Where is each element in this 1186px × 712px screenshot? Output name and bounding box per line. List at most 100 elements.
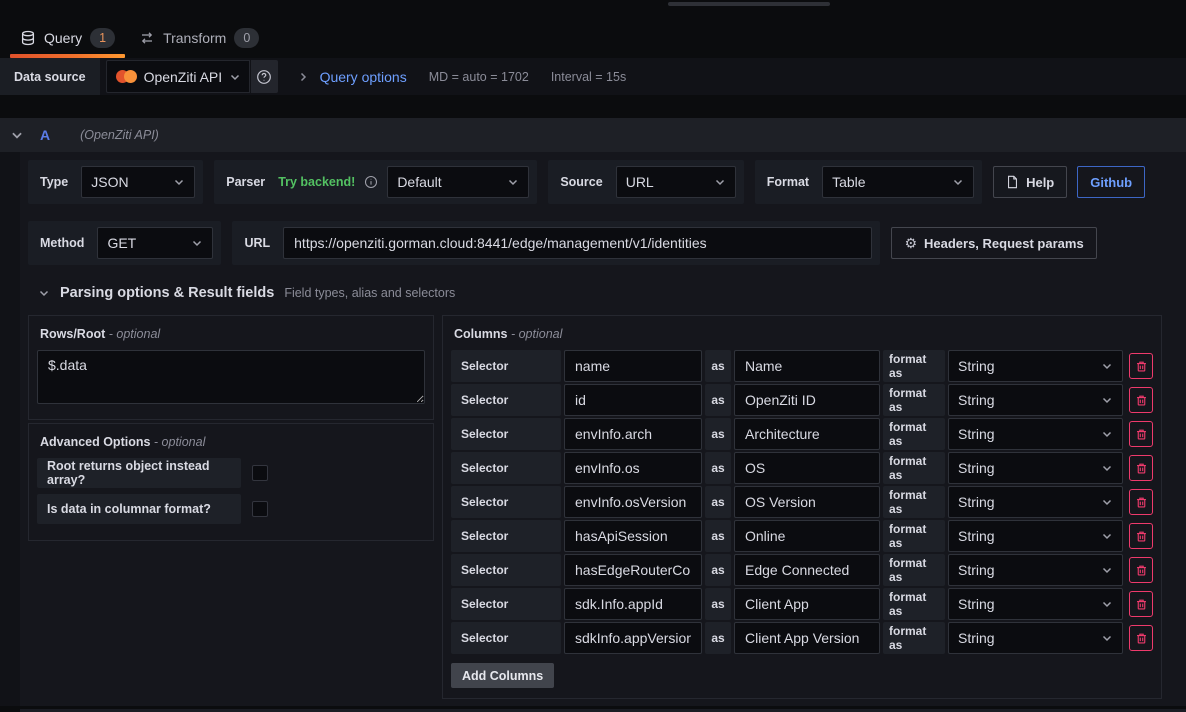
delete-column-button[interactable] [1129,591,1153,617]
selector-input[interactable] [564,554,702,586]
selector-input[interactable] [564,520,702,552]
column-format-select[interactable]: String [948,588,1123,620]
delete-column-button[interactable] [1129,557,1153,583]
column-format-select[interactable]: String [948,622,1123,654]
try-backend-hint[interactable]: Try backend! [278,175,355,189]
max-data-points-text: MD = auto = 1702 [429,70,529,84]
info-circle-icon [364,175,378,189]
selector-label: Selector [451,452,561,484]
chevron-down-icon [1101,394,1113,406]
delete-column-button[interactable] [1129,387,1153,413]
column-format-select[interactable]: String [948,384,1123,416]
delete-column-button[interactable] [1129,455,1153,481]
database-icon [20,30,36,46]
trash-icon [1135,360,1148,373]
selector-label: Selector [451,622,561,654]
parser-select-value: Default [397,174,441,190]
collapse-chevron-icon[interactable] [10,128,24,142]
interval-text: Interval = 15s [551,70,626,84]
column-format-value: String [958,630,995,646]
column-mapping-row: Selector as format as String [451,486,1153,518]
as-label: as [705,452,731,484]
url-field: URL [232,221,880,265]
pane-resize-handle[interactable] [668,2,830,6]
alias-input[interactable] [734,452,880,484]
tab-transform-label: Transform [163,30,226,46]
root-returns-object-checkbox[interactable] [252,465,268,481]
alias-input[interactable] [734,418,880,450]
delete-column-button[interactable] [1129,489,1153,515]
column-format-value: String [958,528,995,544]
tab-query[interactable]: Query 1 [8,18,127,58]
column-format-select[interactable]: String [948,418,1123,450]
as-label: as [705,418,731,450]
column-format-select[interactable]: String [948,554,1123,586]
type-select[interactable]: JSON [81,166,195,198]
add-columns-button[interactable]: Add Columns [451,663,554,688]
datasource-picker[interactable]: OpenZiti API [106,60,250,93]
column-mapping-row: Selector as format as String [451,588,1153,620]
help-button-label: Help [1026,175,1054,190]
column-format-select[interactable]: String [948,520,1123,552]
parser-field: Parser Try backend! Default [214,160,537,204]
datasource-bar: Data source OpenZiti API Query options M… [0,58,1186,95]
as-label: as [705,384,731,416]
top-strip: Query 1 Transform 0 [0,0,1186,58]
collapse-chevron-icon[interactable] [38,287,50,299]
help-button[interactable]: Help [993,166,1067,198]
delete-column-button[interactable] [1129,523,1153,549]
column-format-select[interactable]: String [948,452,1123,484]
selector-label: Selector [451,384,561,416]
alias-input[interactable] [734,486,880,518]
column-format-value: String [958,358,995,374]
trash-icon [1135,428,1148,441]
delete-column-button[interactable] [1129,353,1153,379]
alias-input[interactable] [734,350,880,382]
parser-select[interactable]: Default [387,166,529,198]
transform-icon [139,30,155,46]
github-button[interactable]: Github [1077,166,1145,198]
alias-input[interactable] [734,588,880,620]
format-as-label: format as [883,452,945,484]
method-select[interactable]: GET [97,227,213,259]
source-select[interactable]: URL [616,166,736,198]
query-row-header[interactable]: A (OpenZiti API) [0,118,1186,152]
as-label: as [705,520,731,552]
column-format-select[interactable]: String [948,486,1123,518]
rows-root-input[interactable]: $.data [37,350,425,404]
alias-input[interactable] [734,520,880,552]
selector-input[interactable] [564,350,702,382]
selector-input[interactable] [564,486,702,518]
selector-input[interactable] [564,452,702,484]
headers-button-label: Headers, Request params [924,236,1084,251]
selector-input[interactable] [564,622,702,654]
url-input[interactable] [283,227,872,259]
as-label: as [705,588,731,620]
tab-transform[interactable]: Transform 0 [127,18,271,58]
column-mapping-row: Selector as format as String [451,350,1153,382]
datasource-picker-value: OpenZiti API [144,69,223,85]
format-as-label: format as [883,520,945,552]
parsing-options-section-header[interactable]: Parsing options & Result fields Field ty… [38,285,1162,301]
column-format-value: String [958,426,995,442]
column-format-select[interactable]: String [948,350,1123,382]
alias-input[interactable] [734,622,880,654]
datasource-help-button[interactable] [251,60,278,93]
alias-input[interactable] [734,384,880,416]
query-datasource-hint: (OpenZiti API) [80,128,159,142]
alias-input[interactable] [734,554,880,586]
trash-icon [1135,462,1148,475]
selector-input[interactable] [564,588,702,620]
headers-request-params-button[interactable]: ⚙ Headers, Request params [891,227,1096,259]
trash-icon [1135,632,1148,645]
delete-column-button[interactable] [1129,421,1153,447]
selector-input[interactable] [564,418,702,450]
as-label: as [705,486,731,518]
query-options-link[interactable]: Query options [320,69,407,85]
parser-label: Parser [222,175,269,189]
delete-column-button[interactable] [1129,625,1153,651]
format-select[interactable]: Table [822,166,974,198]
columnar-format-checkbox[interactable] [252,501,268,517]
format-as-label: format as [883,486,945,518]
selector-input[interactable] [564,384,702,416]
